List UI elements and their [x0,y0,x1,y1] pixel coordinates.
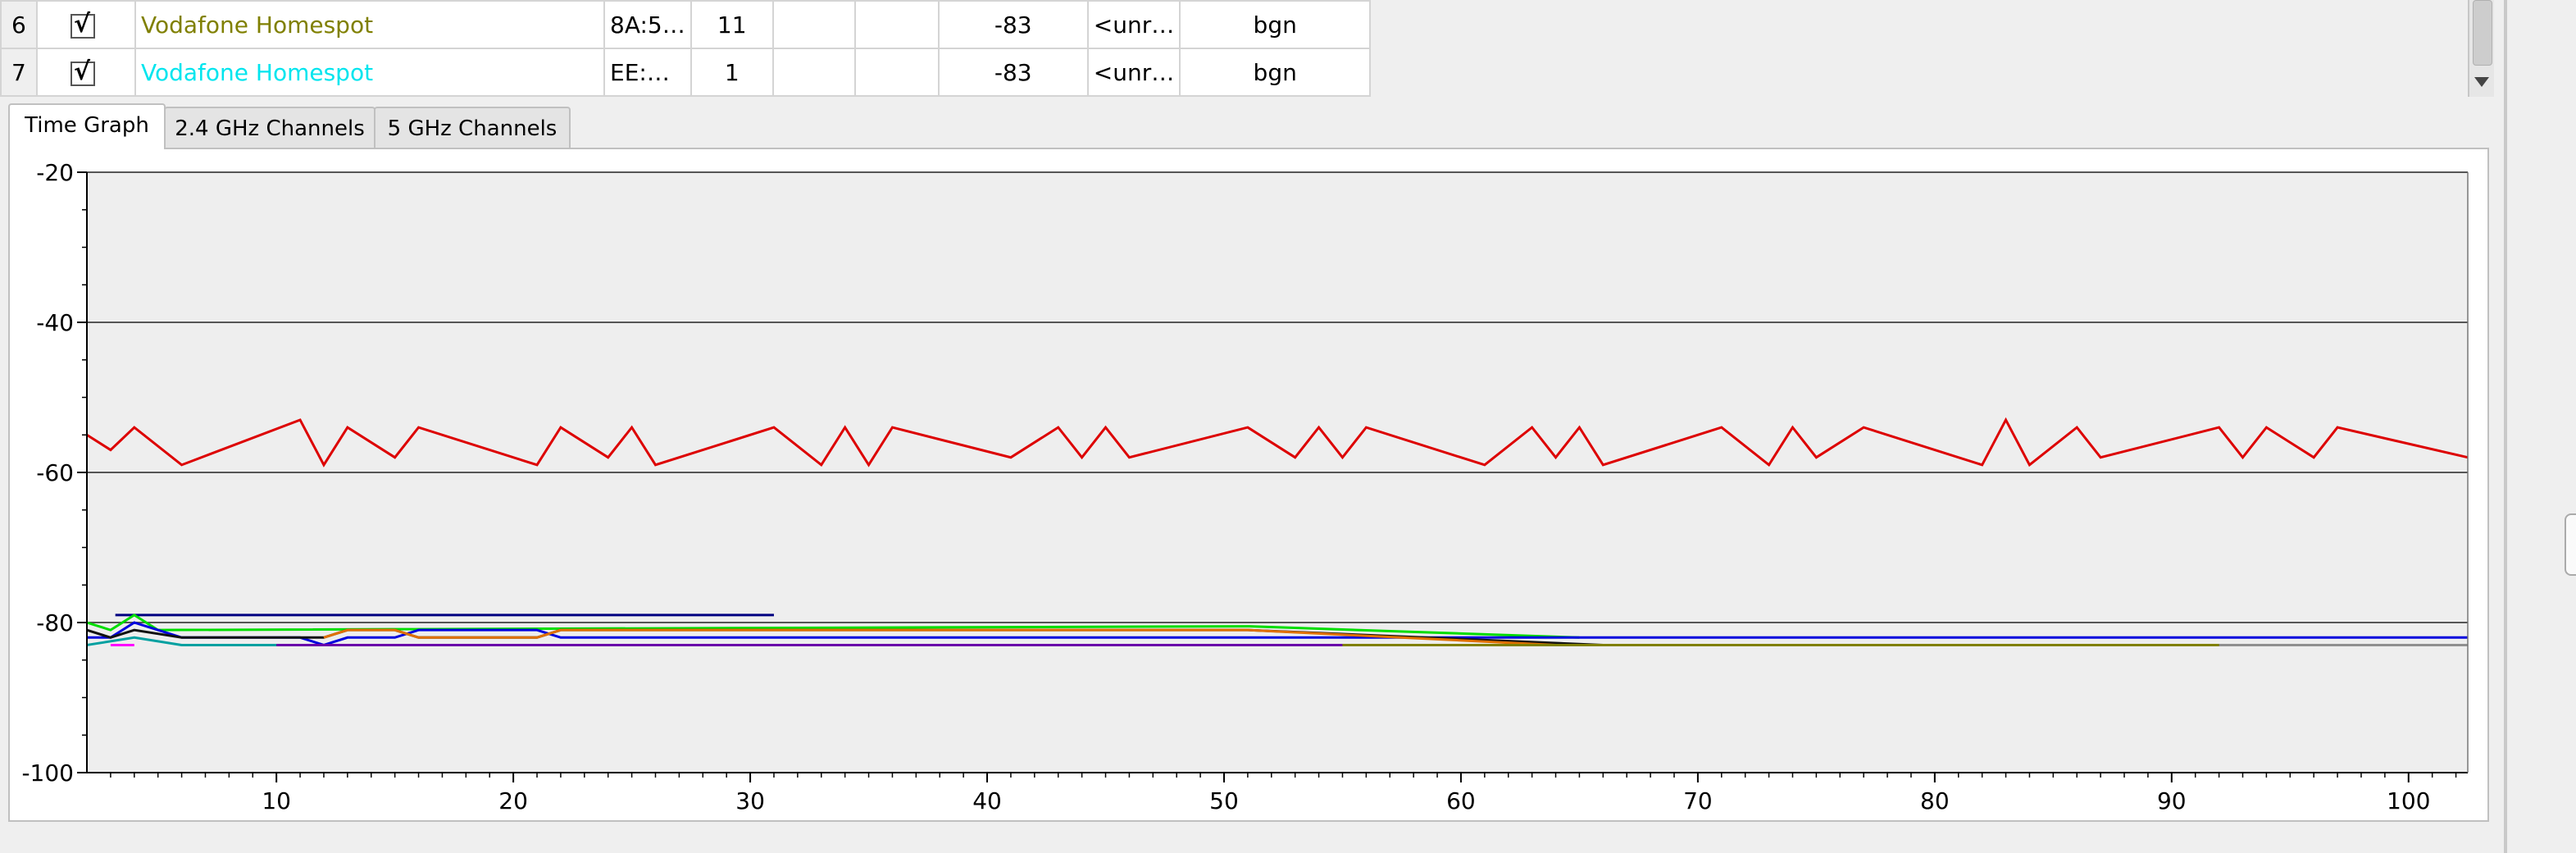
column-5-cell [853,0,940,49]
window-right-border [2504,0,2507,853]
column-4-cell [771,0,856,49]
side-panel-handle[interactable] [2565,513,2576,576]
x-tick-label: 50 [1209,787,1239,814]
mode-cell: bgn [1179,0,1372,49]
window-right-edge [2504,0,2576,853]
tab-2-4-ghz-channels[interactable]: 2.4 GHz Channels [164,107,375,148]
tab-time-graph[interactable]: Time Graph [8,103,166,149]
enable-checkbox[interactable]: √ [36,48,136,97]
ssid-cell: Vodafone Homespot [134,48,605,97]
x-tick-label: 40 [972,787,1002,814]
y-tick-label: -100 [21,759,74,787]
scroll-down-arrow-icon[interactable] [2474,77,2489,87]
bssid-cell: 8A:5… [603,0,692,49]
column-5-cell [853,48,940,97]
column-4-cell [771,48,856,97]
x-tick-label: 20 [498,787,528,814]
row-number: 6 [0,0,38,49]
scrollbar-thumb[interactable] [2473,0,2492,66]
enable-checkbox[interactable]: √ [36,0,136,49]
network-table: 6 √ Vodafone Homespot 8A:5… 11 -83 <unr… bgn 7 √ V… [0,0,1372,97]
x-tick-label: 70 [1683,787,1713,814]
ssid-cell: Vodafone Homespot [134,0,605,49]
table-vertical-scrollbar[interactable] [2468,0,2494,97]
x-tick-label: 80 [1920,787,1950,814]
security-cell: <unr… [1086,0,1181,49]
y-tick-label: -20 [36,159,74,186]
channel-cell: 11 [690,0,774,49]
y-tick-label: -80 [36,609,74,636]
security-cell: <unr… [1086,48,1181,97]
row-number: 7 [0,48,38,97]
signal-cell: -83 [937,0,1089,49]
table-row[interactable]: 7 √ Vodafone Homespot EE:… 1 -83 <unr… bgn [0,48,1372,97]
time-graph-panel: -20 -40 -60 -80 -100 10 20 30 40 50 60 70 80 90 100 [8,148,2489,822]
signal-time-graph: -20 -40 -60 -80 -100 10 20 30 40 50 60 70 80 90 100 [21,159,2469,814]
signal-cell: -83 [937,48,1089,97]
checkmark-icon: √ [74,9,91,39]
checkmark-icon: √ [74,57,91,86]
table-row[interactable]: 6 √ Vodafone Homespot 8A:5… 11 -83 <unr… bgn [0,0,1372,49]
checkbox-icon[interactable]: √ [71,9,95,39]
x-tick-label: 10 [262,787,291,814]
x-tick-label: 90 [2157,787,2187,814]
mode-cell: bgn [1179,48,1372,97]
x-tick-label: 100 [2387,787,2430,814]
checkbox-icon[interactable]: √ [71,57,95,86]
x-tick-label: 30 [735,787,765,814]
y-tick-label: -40 [36,309,74,336]
channel-cell: 1 [690,48,774,97]
tab-5-ghz-channels[interactable]: 5 GHz Channels [374,107,571,148]
y-tick-label: -60 [36,459,74,486]
x-tick-label: 60 [1446,787,1476,814]
bssid-cell: EE:… [603,48,692,97]
